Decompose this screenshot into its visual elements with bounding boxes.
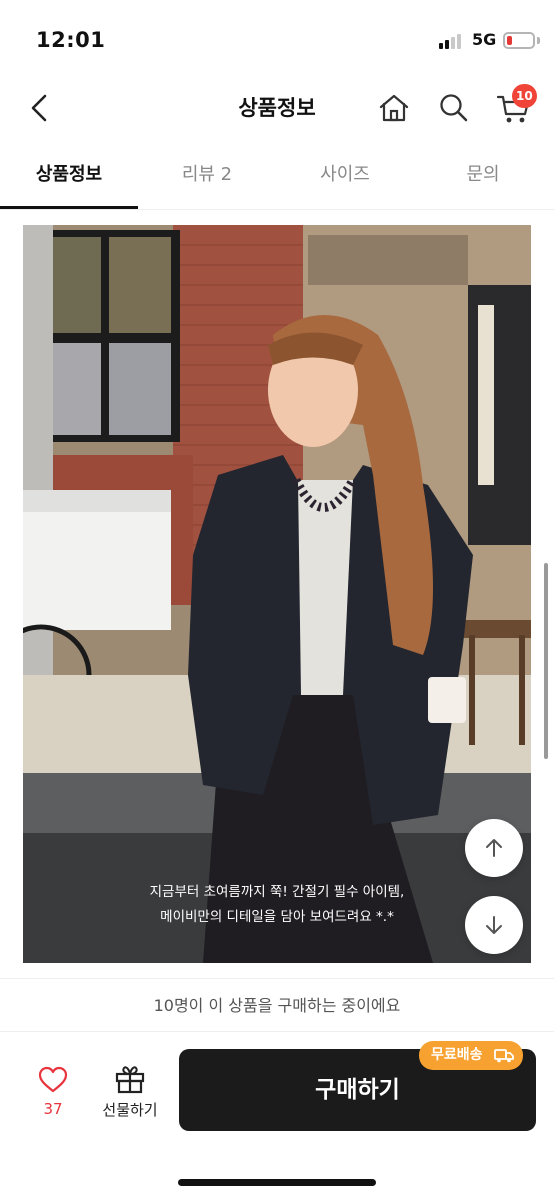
search-button[interactable]	[434, 88, 474, 128]
home-indicator	[178, 1179, 376, 1186]
heart-icon	[38, 1066, 68, 1093]
status-bar: 12:01 5G	[0, 0, 554, 80]
battery-cap	[537, 37, 540, 44]
arrow-down-icon	[486, 916, 502, 934]
tab-inquiry[interactable]: 문의	[414, 148, 552, 209]
truck-icon	[494, 1049, 514, 1063]
battery-icon	[503, 32, 535, 49]
scrollbar[interactable]	[544, 563, 548, 759]
search-icon	[440, 94, 468, 122]
network-type: 5G	[472, 30, 497, 49]
app-header: 상품정보	[0, 80, 554, 136]
home-button[interactable]	[374, 88, 414, 128]
scroll-down-button[interactable]	[465, 896, 523, 954]
like-button[interactable]: 37	[30, 1064, 76, 1124]
tab-product-info[interactable]: 상품정보	[0, 148, 138, 209]
tab-size[interactable]: 사이즈	[276, 148, 414, 209]
caption-line: 지금부터 초여름까지 쭉! 간절기 필수 아이템,	[149, 884, 405, 900]
chevron-left-icon	[31, 94, 47, 122]
product-photo	[23, 225, 531, 963]
product-tabs: 상품정보 리뷰 2 사이즈 문의	[0, 148, 554, 210]
gift-icon	[115, 1066, 145, 1094]
caption-line: 메이비만의 디테일을 담아 보여드려요 *.*	[160, 909, 394, 925]
product-caption: 지금부터 초여름까지 쭉! 간절기 필수 아이템, 메이비만의 디테일을 담아 …	[23, 880, 531, 930]
arrow-up-icon	[486, 839, 502, 857]
free-shipping-badge: 무료배송	[419, 1041, 523, 1070]
scroll-up-button[interactable]	[465, 819, 523, 877]
gift-button[interactable]: 선물하기	[96, 1064, 164, 1124]
tab-reviews[interactable]: 리뷰 2	[138, 148, 276, 209]
active-tab-indicator	[0, 206, 138, 209]
cart-count-badge: 10	[512, 84, 537, 108]
gift-label: 선물하기	[102, 1101, 158, 1119]
free-shipping-label: 무료배송	[431, 1047, 483, 1063]
back-button[interactable]	[24, 88, 60, 128]
like-count: 37	[43, 1100, 63, 1118]
signal-strength-icon	[439, 33, 465, 49]
buyers-notice: 10명이 이 상품을 구매하는 중이에요	[0, 978, 554, 1032]
status-time: 12:01	[36, 28, 106, 52]
home-icon	[379, 94, 409, 122]
